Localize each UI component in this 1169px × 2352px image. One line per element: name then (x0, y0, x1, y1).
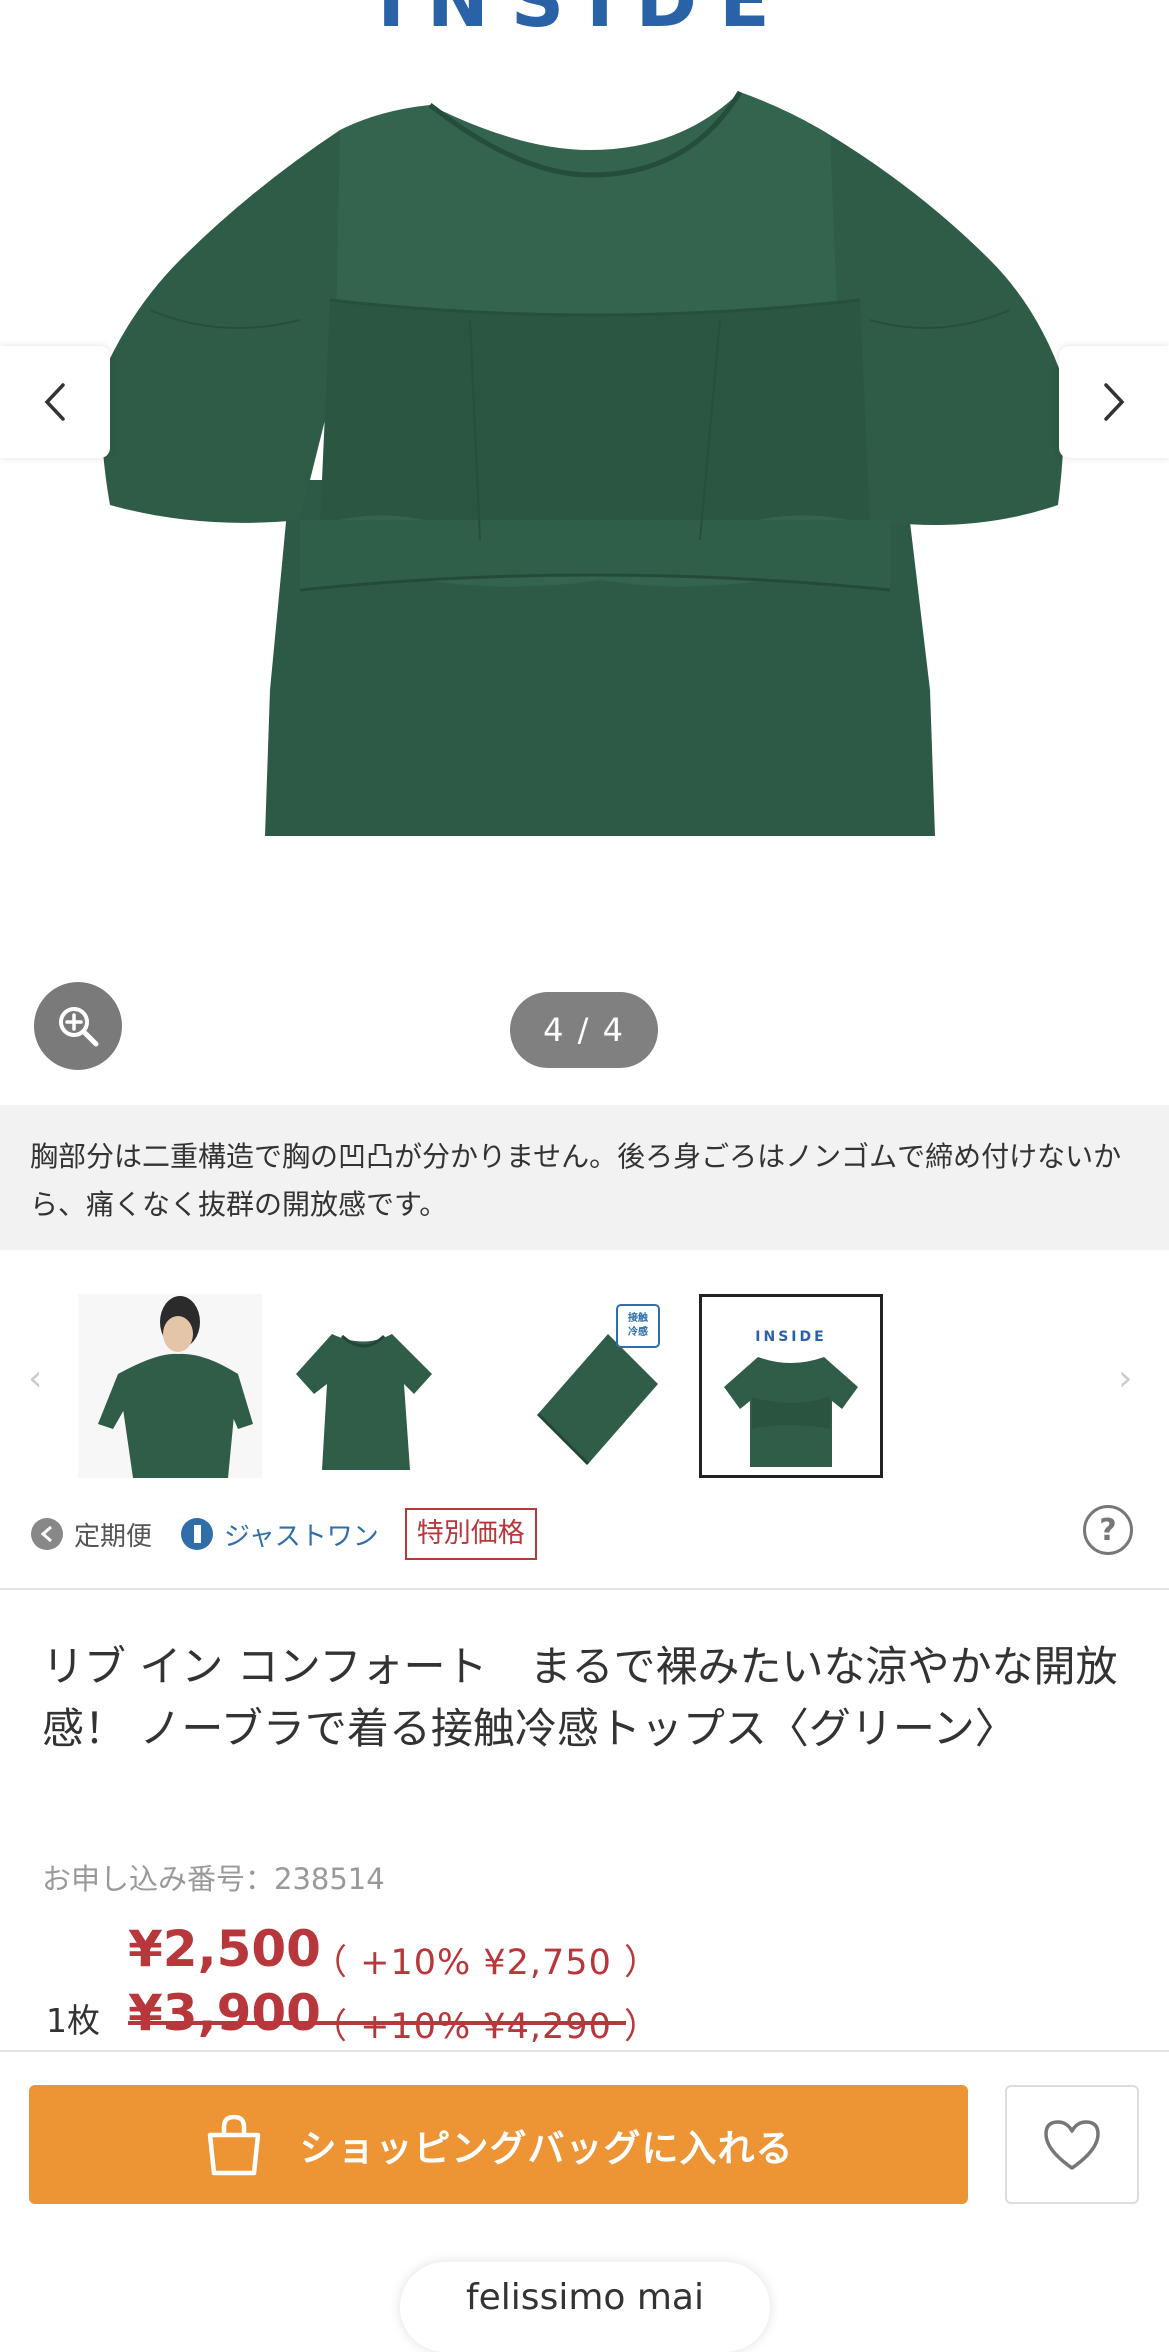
heart-icon (1044, 2119, 1100, 2170)
quantity-label: 1枚 (46, 2001, 100, 2040)
bottom-bar-divider (0, 2050, 1169, 2052)
gallery-prev-button[interactable] (0, 346, 110, 458)
shopping-bag-icon (207, 2114, 260, 2175)
product-image-gallery[interactable]: INSIDE 4 / 4 (0, 0, 1169, 1105)
teiki-icon (31, 1518, 63, 1550)
thumbnail-flat[interactable] (272, 1294, 456, 1478)
divider (0, 1588, 1169, 1590)
zoom-button[interactable] (34, 982, 122, 1070)
badge-just-one: ジャストワン (180, 1516, 379, 1553)
help-icon[interactable]: ? (1083, 1505, 1133, 1555)
product-title: リブ イン コンフォート まるで裸みたいな涼やかな開放感！ ノーブラで着る接触冷… (42, 1642, 1118, 1753)
thumbnail-inside[interactable]: INSIDE (699, 1294, 883, 1478)
cooling-tag-line2: 冷感 (628, 1327, 648, 1338)
cooling-tag-line1: 接触 (628, 1313, 648, 1324)
gallery-next-button[interactable] (1059, 346, 1169, 458)
sale-price-with-tax: （ +10% ¥2,750 ） (312, 1943, 660, 1983)
original-price: ¥3,900 (128, 1984, 321, 2042)
add-to-bag-button[interactable]: ショッピングバッグに入れる (29, 2085, 968, 2204)
sale-price: ¥2,500 (128, 1920, 321, 1978)
thumbnail-model-image (78, 1294, 262, 1478)
thumbnail-next-icon[interactable]: › (1118, 1358, 1132, 1399)
cooling-tag: 接触 冷感 (616, 1304, 660, 1348)
favorite-button[interactable] (1005, 2085, 1139, 2204)
price-strikethrough (128, 2021, 626, 2025)
order-number: お申し込み番号：238514 (42, 1862, 385, 1896)
badge-row: 定期便 ジャストワン 特別価格 (30, 1506, 537, 1562)
badge-teiki-label: 定期便 (74, 1521, 153, 1552)
zoom-in-icon (59, 1007, 99, 1047)
just-one-icon (181, 1518, 214, 1550)
thumbnail-inside-image (724, 1357, 858, 1467)
chevron-right-icon (1104, 383, 1125, 421)
chevron-left-icon (44, 383, 65, 421)
floating-banner-peek[interactable]: felissimo mai (400, 2262, 770, 2352)
image-caption: 胸部分は二重構造で胸の凹凸が分かりません。後ろ身ごろはノンゴムで締め付けないから… (0, 1105, 1169, 1250)
thumbnail-model[interactable] (78, 1294, 262, 1478)
thumbnail-fabric-image (536, 1334, 658, 1466)
thumbnail-fabric[interactable]: 接触 冷感 (508, 1294, 692, 1478)
add-to-bag-label: ショッピングバッグに入れる (299, 2126, 794, 2170)
thumbnail-prev-icon[interactable]: ‹ (28, 1358, 42, 1399)
badge-special-price: 特別価格 (404, 1508, 537, 1560)
badge-teiki: 定期便 (30, 1516, 152, 1553)
badge-just-one-label: ジャストワン (224, 1521, 379, 1552)
image-counter: 4 / 4 (510, 992, 658, 1068)
thumbnail-flat-image (296, 1334, 432, 1470)
product-photo (100, 90, 1065, 836)
